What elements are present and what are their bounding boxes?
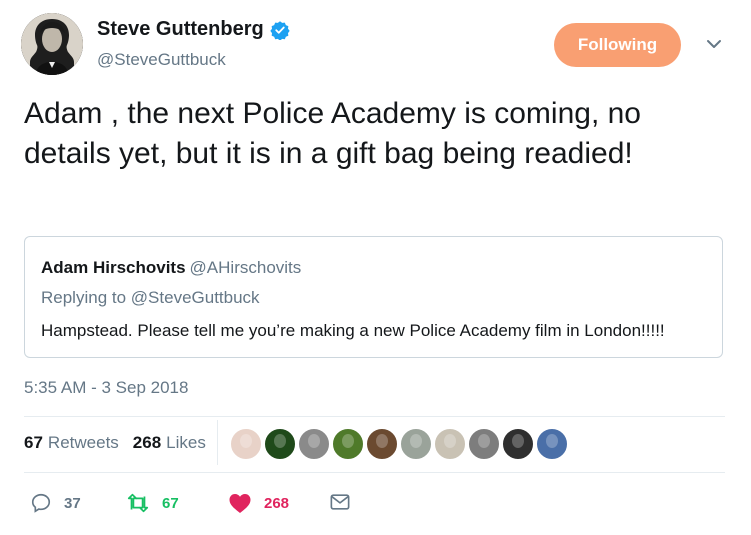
divider xyxy=(24,472,725,473)
quote-author: Adam Hirschovits @AHirschovits xyxy=(41,258,301,278)
liker-avatar-4[interactable] xyxy=(332,428,364,460)
quote-author-handle: @AHirschovits xyxy=(189,258,302,277)
reply-icon xyxy=(31,493,51,513)
likes-count: 268 xyxy=(132,433,162,452)
liker-avatar-8[interactable] xyxy=(468,428,500,460)
divider xyxy=(24,416,725,417)
reply-count: 37 xyxy=(64,494,81,512)
avatar[interactable] xyxy=(21,13,83,75)
retweets-count: 67 xyxy=(24,433,43,452)
retweets-label: Retweets xyxy=(47,433,119,452)
verified-badge-icon xyxy=(270,20,290,40)
tweet-stats: 67 Retweets 268 Likes xyxy=(24,433,206,453)
like-count: 268 xyxy=(264,494,290,512)
liker-avatar-10[interactable] xyxy=(536,428,568,460)
replying-prefix: Replying to xyxy=(41,288,127,307)
retweets-stat[interactable]: 67 Retweets xyxy=(24,433,119,453)
envelope-icon xyxy=(330,494,350,510)
author-name[interactable]: Steve Guttenberg xyxy=(97,18,290,41)
retweet-count: 67 xyxy=(162,494,179,512)
likers-avatars xyxy=(230,428,570,460)
retweet-icon xyxy=(127,493,149,513)
tweet-timestamp[interactable]: 5:35 AM - 3 Sep 2018 xyxy=(24,378,188,398)
liker-avatar-6[interactable] xyxy=(400,428,432,460)
quote-text: Hampstead. Please tell me you’re making … xyxy=(41,321,665,340)
replying-to-handle[interactable]: @SteveGuttbuck xyxy=(131,288,260,307)
heart-icon xyxy=(229,494,251,513)
reply-button[interactable]: 37 xyxy=(30,492,81,514)
like-button[interactable]: 268 xyxy=(228,492,289,514)
liker-avatar-5[interactable] xyxy=(366,428,398,460)
direct-message-button[interactable] xyxy=(329,492,351,512)
liker-avatar-3[interactable] xyxy=(298,428,330,460)
quoted-tweet[interactable]: Adam Hirschovits @AHirschovits Replying t… xyxy=(24,236,723,358)
stats-separator xyxy=(217,420,218,465)
liker-avatar-2[interactable] xyxy=(264,428,296,460)
liker-avatar-9[interactable] xyxy=(502,428,534,460)
avatar-photo xyxy=(21,13,83,75)
quote-replying-to: Replying to @SteveGuttbuck xyxy=(41,288,260,308)
tweet-text: Adam , the next Police Academy is coming… xyxy=(24,97,641,170)
likes-label: Likes xyxy=(166,433,206,452)
chevron-down-icon[interactable] xyxy=(704,37,724,53)
retweet-button[interactable]: 67 xyxy=(126,492,179,514)
liker-avatar-1[interactable] xyxy=(230,428,262,460)
author-handle[interactable]: @SteveGuttbuck xyxy=(97,50,226,70)
likes-stat[interactable]: 268 Likes xyxy=(133,433,206,453)
following-button[interactable]: Following xyxy=(554,23,681,67)
liker-avatar-7[interactable] xyxy=(434,428,466,460)
quote-author-name: Adam Hirschovits xyxy=(41,258,186,277)
author-name-text[interactable]: Steve Guttenberg xyxy=(97,18,264,41)
